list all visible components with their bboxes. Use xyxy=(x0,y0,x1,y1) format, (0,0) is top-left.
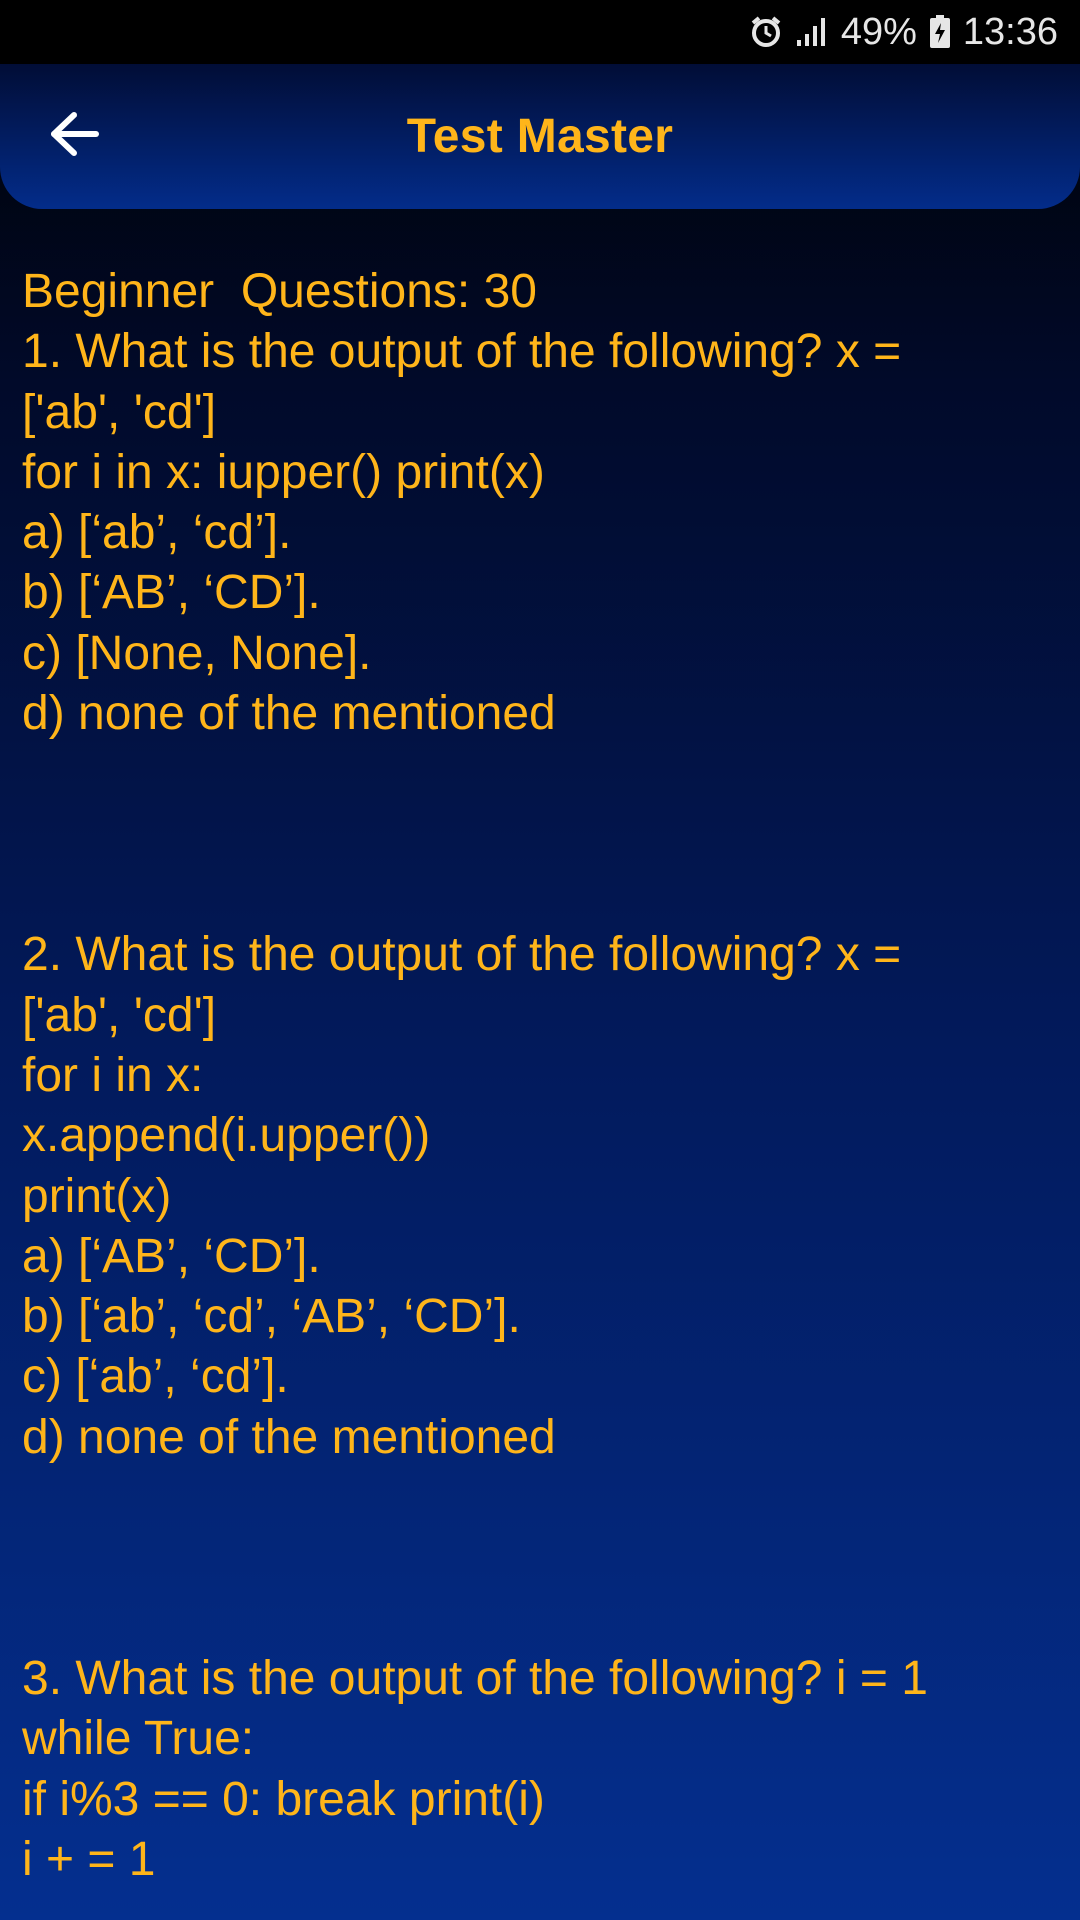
option-c: c) [None, None]. xyxy=(22,626,372,680)
option-d: d) none of the mentioned xyxy=(22,687,556,741)
question-text-line: ['ab', 'cd'] xyxy=(22,385,217,439)
question-text-line: 2. What is the output of the following? … xyxy=(22,928,902,982)
question-text-line: for i in x: iupper() print(x) xyxy=(22,445,545,499)
option-a: a) [‘ab’, ‘cd’]. xyxy=(22,506,292,560)
status-bar: 49% 13:36 xyxy=(0,0,1080,64)
question-text-line: print(x) xyxy=(22,1169,172,1223)
test-heading: Beginner Questions: 30 xyxy=(22,265,537,318)
option-c: c) [‘ab’, ‘cd’]. xyxy=(22,1350,289,1404)
question-text-line: ['ab', 'cd'] xyxy=(22,988,217,1042)
option-d: d) none of the mentioned xyxy=(22,1410,556,1464)
question-3: 3. What is the output of the following? … xyxy=(22,1649,1062,1890)
question-text-line: 1. What is the output of the following? … xyxy=(22,325,902,379)
signal-icon xyxy=(795,16,829,48)
option-a: a) [‘AB’, ‘CD’]. xyxy=(22,1229,321,1283)
option-b: b) [‘AB’, ‘CD’]. xyxy=(22,566,321,620)
question-text-line: i + = 1 xyxy=(22,1832,156,1886)
alarm-icon xyxy=(749,15,783,49)
back-button[interactable] xyxy=(38,104,110,164)
question-text-line: x.append(i.upper()) xyxy=(22,1109,431,1163)
battery-charging-icon xyxy=(929,15,951,49)
battery-percent: 49% xyxy=(840,10,917,53)
app-bar: Test Master xyxy=(0,64,1080,209)
question-text-line: if i%3 == 0: break print(i) xyxy=(22,1772,545,1826)
question-text-line: while True: xyxy=(22,1712,255,1766)
status-time: 13:36 xyxy=(962,10,1058,53)
question-text-line: 3. What is the output of the following? … xyxy=(22,1652,928,1706)
arrow-left-icon xyxy=(51,112,99,156)
page-title: Test Master xyxy=(406,110,674,163)
question-2: 2. What is the output of the following? … xyxy=(22,925,1062,1468)
option-b: b) [‘ab’, ‘cd’, ‘AB’, ‘CD’]. xyxy=(22,1290,521,1344)
question-text-line: for i in x: xyxy=(22,1048,204,1102)
question-content: Beginner Questions: 30 1. What is the ou… xyxy=(22,262,1062,1890)
question-1: 1. What is the output of the following? … xyxy=(22,322,1062,744)
